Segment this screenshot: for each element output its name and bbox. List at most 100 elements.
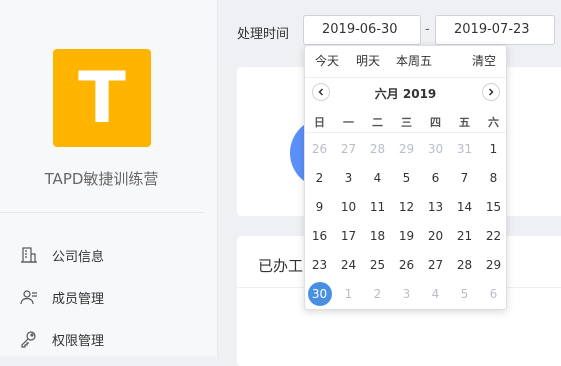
calendar-day-label: 4 [431, 287, 440, 301]
calendar-day[interactable]: 2 [305, 166, 334, 190]
calendar-day-label: 21 [456, 229, 473, 243]
calendar-day[interactable]: 12 [392, 195, 421, 219]
calendar-day-label: 13 [427, 200, 444, 214]
chevron-right-icon [488, 88, 494, 96]
calendar-day[interactable]: 29 [392, 137, 421, 161]
calendar-day-label: 19 [398, 229, 415, 243]
calendar-day[interactable]: 1 [334, 282, 363, 306]
calendar-day[interactable]: 17 [334, 224, 363, 248]
calendar-day-label: 7 [460, 171, 469, 185]
building-icon [18, 244, 40, 266]
company-logo: T [53, 49, 151, 147]
sidebar-item-company-info[interactable]: 公司信息 [18, 243, 104, 267]
date-picker-popup: 今天 明天 本周五 清空 六月 2019 日一二三四五六 26 27 28 29 30 31… [304, 45, 507, 310]
calendar-day[interactable]: 27 [421, 253, 450, 277]
calendar-day-label: 22 [485, 229, 502, 243]
calendar-day-label: 20 [427, 229, 444, 243]
calendar-day-label: 16 [311, 229, 328, 243]
calendar-day[interactable]: 29 [479, 253, 508, 277]
calendar-day[interactable]: 25 [363, 253, 392, 277]
calendar-day[interactable]: 1 [479, 137, 508, 161]
calendar-day-label: 17 [340, 229, 357, 243]
calendar-day[interactable]: 6 [421, 166, 450, 190]
start-date-input[interactable]: 2019-06-30 [303, 15, 421, 45]
calendar-day-label: 1 [489, 142, 498, 156]
calendar-day-label: 9 [315, 200, 324, 214]
calendar-day[interactable]: 11 [363, 195, 392, 219]
calendar-day-label: 10 [340, 200, 357, 214]
quick-tomorrow-button[interactable]: 明天 [356, 52, 380, 69]
calendar-day-label: 25 [369, 258, 386, 272]
calendar-day[interactable]: 4 [363, 166, 392, 190]
company-name: TAPD敏捷训练营 [44, 170, 159, 188]
calendar-day[interactable]: 6 [479, 282, 508, 306]
calendar-day[interactable]: 14 [450, 195, 479, 219]
sidebar-divider [0, 212, 203, 213]
calendar-day-label: 18 [369, 229, 386, 243]
calendar-day[interactable]: 10 [334, 195, 363, 219]
calendar-day[interactable]: 26 [305, 137, 334, 161]
calendar-day[interactable]: 28 [450, 253, 479, 277]
logo-letter: T [78, 57, 126, 139]
users-icon [18, 286, 40, 308]
month-title: 六月 2019 [374, 87, 437, 101]
calendar-day-label: 14 [456, 200, 473, 214]
calendar-day-label: 5 [460, 287, 469, 301]
calendar-day-label: 1 [344, 287, 353, 301]
calendar-day[interactable]: 13 [421, 195, 450, 219]
calendar-day[interactable]: 5 [450, 282, 479, 306]
calendar-day-label: 6 [431, 171, 440, 185]
calendar-day-selected[interactable]: 30 [305, 282, 334, 306]
calendar-day[interactable]: 4 [421, 282, 450, 306]
sidebar-item-label: 公司信息 [52, 249, 105, 265]
calendar-day[interactable]: 20 [421, 224, 450, 248]
quick-today-button[interactable]: 今天 [315, 52, 339, 69]
weekday-header: 五 [459, 116, 470, 129]
weekday-header: 日 [314, 116, 325, 129]
calendar-day-label: 2 [373, 287, 382, 301]
calendar-day-label: 6 [489, 287, 498, 301]
calendar-day[interactable]: 21 [450, 224, 479, 248]
done-tasks-title: 已办工 [258, 257, 304, 275]
calendar-day-label: 30 [307, 282, 332, 306]
calendar-day[interactable]: 5 [392, 166, 421, 190]
calendar-day-label: 2 [315, 171, 324, 185]
calendar-day-label: 15 [485, 200, 502, 214]
calendar-day[interactable]: 27 [334, 137, 363, 161]
next-month-button[interactable] [482, 83, 500, 101]
calendar-day[interactable]: 9 [305, 195, 334, 219]
calendar-day[interactable]: 2 [363, 282, 392, 306]
calendar-day-label: 3 [402, 287, 411, 301]
calendar-day[interactable]: 28 [363, 137, 392, 161]
weekday-header: 四 [430, 116, 441, 129]
calendar-day-label: 31 [456, 142, 473, 156]
calendar-day[interactable]: 24 [334, 253, 363, 277]
calendar-day[interactable]: 31 [450, 137, 479, 161]
calendar-day[interactable]: 19 [392, 224, 421, 248]
calendar-day-label: 29 [485, 258, 502, 272]
calendar-day[interactable]: 16 [305, 224, 334, 248]
calendar-day[interactable]: 8 [479, 166, 508, 190]
sidebar-item-permission-management[interactable]: 权限管理 [18, 327, 104, 351]
calendar-day[interactable]: 30 [421, 137, 450, 161]
sidebar-item-member-management[interactable]: 成员管理 [18, 285, 104, 309]
calendar-day[interactable]: 26 [392, 253, 421, 277]
end-date-input[interactable]: 2019-07-23 [435, 15, 555, 45]
calendar-day-label: 28 [369, 142, 386, 156]
calendar-day[interactable]: 22 [479, 224, 508, 248]
clear-button[interactable]: 清空 [472, 52, 496, 69]
calendar-day-label: 24 [340, 258, 357, 272]
quick-this-friday-button[interactable]: 本周五 [396, 52, 432, 69]
calendar-day[interactable]: 18 [363, 224, 392, 248]
calendar-day[interactable]: 15 [479, 195, 508, 219]
calendar-day-label: 30 [427, 142, 444, 156]
weekday-header: 一 [343, 116, 354, 129]
weekday-header: 六 [488, 116, 499, 129]
calendar-day[interactable]: 7 [450, 166, 479, 190]
sidebar: T TAPD敏捷训练营 公司信息 成员管理 权限管理 [0, 0, 218, 356]
calendar-day[interactable]: 3 [392, 282, 421, 306]
processing-time-label: 处理时间 [237, 27, 290, 42]
calendar-day[interactable]: 23 [305, 253, 334, 277]
calendar-day-label: 23 [311, 258, 328, 272]
calendar-day[interactable]: 3 [334, 166, 363, 190]
